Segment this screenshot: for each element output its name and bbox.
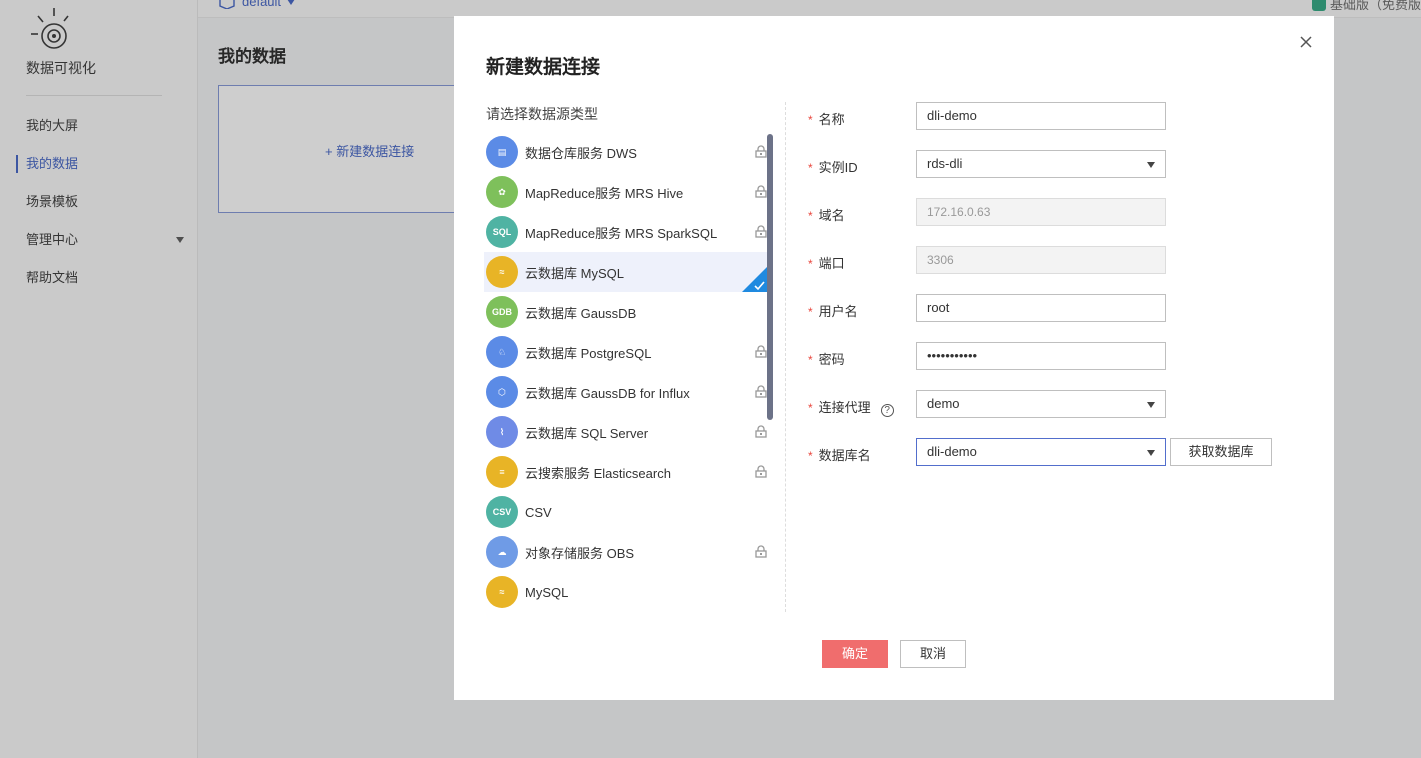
datasource-item[interactable]: SQL MapReduce服务 MRS SparkSQL xyxy=(484,212,768,252)
datasource-item[interactable]: ≈ 云数据库 MySQL xyxy=(484,252,768,292)
cancel-button[interactable]: 取消 xyxy=(900,640,966,668)
datasource-label: CSV xyxy=(525,504,552,520)
chevron-down-icon xyxy=(1147,402,1155,408)
lock-icon xyxy=(755,545,767,558)
help-icon[interactable]: ? xyxy=(880,404,894,417)
datasource-list-title: 请选择数据源类型 xyxy=(486,106,598,122)
influx-icon: ⬡ xyxy=(486,376,518,408)
proxy-select[interactable]: demo xyxy=(916,390,1166,418)
domain-input: 172.16.0.63 xyxy=(916,198,1166,226)
name-label: * 名称 xyxy=(808,112,845,127)
port-input: 3306 xyxy=(916,246,1166,274)
form-row-dbname: * 数据库名 dli-demo 获取数据库 xyxy=(808,438,1328,466)
username-input[interactable]: root xyxy=(916,294,1166,322)
dws-icon: ▤ xyxy=(486,136,518,168)
new-connection-dialog: 新建数据连接 请选择数据源类型 ▤ 数据仓库服务 DWS ✿ MapReduce服务 … xyxy=(454,16,1334,700)
datasource-item[interactable]: ≈ MySQL xyxy=(484,572,768,612)
datasource-label: 云数据库 GaussDB for Influx xyxy=(525,385,690,401)
password-input[interactable]: ••••••••••• xyxy=(916,342,1166,370)
postgresql-icon: ♘ xyxy=(486,336,518,368)
port-label: * 端口 xyxy=(808,256,845,271)
instance-label: * 实例ID xyxy=(808,160,858,175)
mysql-icon: ≈ xyxy=(486,256,518,288)
lock-icon xyxy=(755,185,767,198)
elasticsearch-icon: ≡ xyxy=(486,456,518,488)
datasource-list: ▤ 数据仓库服务 DWS ✿ MapReduce服务 MRS Hive SQL MapRe… xyxy=(484,132,768,612)
selected-check-icon xyxy=(742,266,768,292)
dbname-label: * 数据库名 xyxy=(808,448,871,463)
form-row-port: * 端口 3306 xyxy=(808,246,1328,274)
datasource-label: 云数据库 SQL Server xyxy=(525,425,649,441)
datasource-item[interactable]: ⌇ 云数据库 SQL Server xyxy=(484,412,768,452)
datasource-label: 数据仓库服务 DWS xyxy=(525,145,637,161)
datasource-item[interactable]: CSV CSV xyxy=(484,492,768,532)
name-input[interactable]: dli-demo xyxy=(916,102,1166,130)
lock-icon xyxy=(755,145,767,158)
divider xyxy=(785,102,786,612)
datasource-item[interactable]: ≡ 云搜索服务 Elasticsearch xyxy=(484,452,768,492)
lock-icon xyxy=(755,465,767,478)
sqlserver-icon: ⌇ xyxy=(486,416,518,448)
confirm-button[interactable]: 确定 xyxy=(822,640,888,668)
lock-icon xyxy=(755,225,767,238)
datasource-label: 对象存储服务 OBS xyxy=(525,545,635,561)
dialog-title: 新建数据连接 xyxy=(486,57,601,78)
datasource-label: MapReduce服务 MRS Hive xyxy=(525,185,684,201)
datasource-label: 云数据库 GaussDB xyxy=(525,305,637,321)
form-row-instance: * 实例ID rds-dli xyxy=(808,150,1328,178)
form-row-password: * 密码 ••••••••••• xyxy=(808,342,1328,370)
chevron-down-icon xyxy=(1147,162,1155,168)
datasource-item[interactable]: ♘ 云数据库 PostgreSQL xyxy=(484,332,768,372)
form-row-user: * 用户名 root xyxy=(808,294,1328,322)
datasource-label: MySQL xyxy=(525,584,569,600)
obs-icon: ☁ xyxy=(486,536,518,568)
lock-icon xyxy=(755,385,767,398)
datasource-label: 云搜索服务 Elasticsearch xyxy=(525,465,671,481)
datasource-item[interactable]: ▤ 数据仓库服务 DWS xyxy=(484,132,768,172)
datasource-item[interactable]: ✿ MapReduce服务 MRS Hive xyxy=(484,172,768,212)
hive-icon: ✿ xyxy=(486,176,518,208)
datasource-item[interactable]: ⬡ 云数据库 GaussDB for Influx xyxy=(484,372,768,412)
dbname-select[interactable]: dli-demo xyxy=(916,438,1166,466)
fetch-database-button[interactable]: 获取数据库 xyxy=(1170,438,1272,466)
gaussdb-icon: GDB xyxy=(486,296,518,328)
lock-icon xyxy=(755,425,767,438)
datasource-label: MapReduce服务 MRS SparkSQL xyxy=(525,225,718,241)
proxy-label: * 连接代理? xyxy=(808,397,894,417)
datasource-label: 云数据库 PostgreSQL xyxy=(525,345,652,361)
form-row-proxy: * 连接代理? demo xyxy=(808,390,1328,418)
chevron-down-icon xyxy=(1147,450,1155,456)
user-label: * 用户名 xyxy=(808,304,858,319)
datasource-item[interactable]: ☁ 对象存储服务 OBS xyxy=(484,532,768,572)
csv-icon: CSV xyxy=(486,496,518,528)
mysql-icon: ≈ xyxy=(486,576,518,608)
instance-select[interactable]: rds-dli xyxy=(916,150,1166,178)
lock-icon xyxy=(755,345,767,358)
datasource-label: 云数据库 MySQL xyxy=(525,265,624,281)
sparksql-icon: SQL xyxy=(486,216,518,248)
form-row-domain: * 域名 172.16.0.63 xyxy=(808,198,1328,226)
scrollbar[interactable] xyxy=(767,134,773,420)
close-icon[interactable] xyxy=(1298,34,1314,50)
form-row-name: * 名称 dli-demo xyxy=(808,102,1328,130)
datasource-item[interactable]: GDB 云数据库 GaussDB xyxy=(484,292,768,332)
domain-label: * 域名 xyxy=(808,208,845,223)
password-label: * 密码 xyxy=(808,352,845,367)
